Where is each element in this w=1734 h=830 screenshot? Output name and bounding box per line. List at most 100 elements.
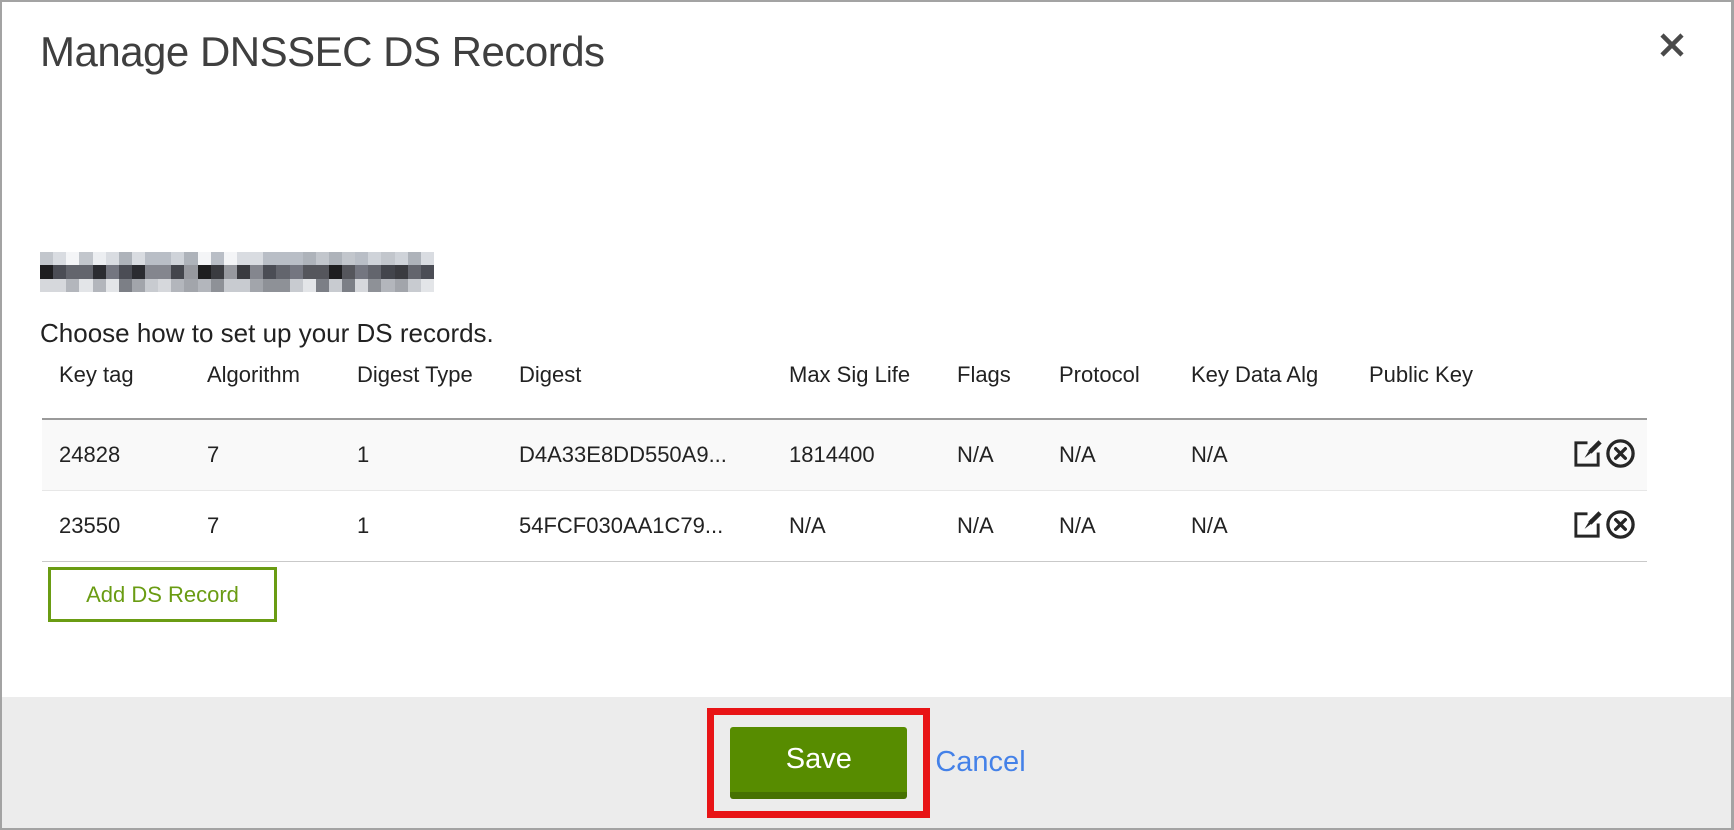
mosaic-pixel: [395, 265, 408, 278]
mosaic-pixel: [408, 265, 421, 278]
col-header-algorithm: Algorithm: [190, 362, 340, 419]
add-ds-record-button[interactable]: Add DS Record: [48, 567, 277, 622]
table-row: 24828 7 1 D4A33E8DD550A9... 1814400 N/A …: [42, 419, 1647, 491]
annotation-highlight-box: Save: [707, 708, 930, 818]
mosaic-pixel: [66, 265, 79, 278]
mosaic-pixel: [263, 279, 276, 292]
delete-record-button[interactable]: [1604, 509, 1637, 543]
mosaic-pixel: [329, 279, 342, 292]
mosaic-pixel: [132, 279, 145, 292]
cell-key-tag: 23550: [42, 491, 190, 562]
cell-key-data-alg: N/A: [1174, 419, 1352, 491]
cell-flags: N/A: [940, 491, 1042, 562]
mosaic-pixel: [355, 252, 368, 265]
mosaic-pixel: [198, 265, 211, 278]
mosaic-pixel: [250, 279, 263, 292]
edit-pencil-square-icon: [1572, 438, 1603, 469]
mosaic-pixel: [355, 265, 368, 278]
mosaic-pixel: [290, 265, 303, 278]
mosaic-pixel: [329, 265, 342, 278]
edit-record-button[interactable]: [1571, 509, 1604, 543]
mosaic-pixel: [368, 279, 381, 292]
mosaic-pixel: [224, 265, 237, 278]
mosaic-pixel: [40, 252, 53, 265]
mosaic-pixel: [145, 265, 158, 278]
mosaic-pixel: [171, 252, 184, 265]
cell-digest: 54FCF030AA1C79...: [502, 491, 772, 562]
cell-protocol: N/A: [1042, 491, 1174, 562]
save-button[interactable]: Save: [730, 727, 907, 799]
mosaic-pixel: [184, 279, 197, 292]
mosaic-pixel: [395, 252, 408, 265]
mosaic-pixel: [250, 252, 263, 265]
mosaic-pixel: [237, 252, 250, 265]
mosaic-pixel: [53, 252, 66, 265]
mosaic-pixel: [184, 252, 197, 265]
mosaic-pixel: [368, 252, 381, 265]
mosaic-pixel: [303, 279, 316, 292]
mosaic-pixel: [184, 265, 197, 278]
table-row: 23550 7 1 54FCF030AA1C79... N/A N/A N/A …: [42, 491, 1647, 562]
mosaic-pixel: [119, 279, 132, 292]
mosaic-pixel: [303, 252, 316, 265]
mosaic-pixel: [145, 279, 158, 292]
ds-records-table: Key tag Algorithm Digest Type Digest Max…: [42, 362, 1647, 562]
mosaic-pixel: [342, 279, 355, 292]
mosaic-pixel: [408, 279, 421, 292]
mosaic-pixel: [381, 279, 394, 292]
cancel-link[interactable]: Cancel: [935, 746, 1025, 779]
mosaic-pixel: [79, 265, 92, 278]
mosaic-pixel: [421, 279, 434, 292]
mosaic-pixel: [211, 265, 224, 278]
cell-key-tag: 24828: [42, 419, 190, 491]
mosaic-pixel: [355, 279, 368, 292]
edit-record-button[interactable]: [1571, 438, 1604, 472]
manage-dnssec-dialog: Manage DNSSEC DS Records Choose how to s…: [0, 0, 1734, 830]
intro-text: Choose how to set up your DS records.: [40, 318, 494, 349]
mosaic-pixel: [66, 252, 79, 265]
mosaic-pixel: [93, 265, 106, 278]
col-header-digest: Digest: [502, 362, 772, 419]
mosaic-pixel: [421, 265, 434, 278]
mosaic-pixel: [93, 252, 106, 265]
mosaic-pixel: [171, 265, 184, 278]
mosaic-pixel: [250, 265, 263, 278]
mosaic-pixel: [106, 265, 119, 278]
mosaic-pixel: [303, 265, 316, 278]
mosaic-pixel: [211, 279, 224, 292]
mosaic-pixel: [316, 279, 329, 292]
col-header-actions: [1562, 362, 1647, 419]
mosaic-pixel: [198, 279, 211, 292]
col-header-key-data-alg: Key Data Alg: [1174, 362, 1352, 419]
dialog-footer: Save Cancel: [2, 697, 1731, 828]
mosaic-pixel: [316, 252, 329, 265]
cell-algorithm: 7: [190, 491, 340, 562]
mosaic-pixel: [158, 279, 171, 292]
mosaic-pixel: [93, 279, 106, 292]
mosaic-pixel: [276, 265, 289, 278]
mosaic-pixel: [408, 252, 421, 265]
mosaic-pixel: [263, 252, 276, 265]
cell-max-sig-life: N/A: [772, 491, 940, 562]
close-button[interactable]: [1655, 28, 1689, 62]
cell-digest: D4A33E8DD550A9...: [502, 419, 772, 491]
mosaic-pixel: [342, 265, 355, 278]
mosaic-pixel: [224, 279, 237, 292]
mosaic-pixel: [40, 279, 53, 292]
cell-digest-type: 1: [340, 491, 502, 562]
delete-record-button[interactable]: [1604, 438, 1637, 472]
mosaic-pixel: [132, 265, 145, 278]
cell-digest-type: 1: [340, 419, 502, 491]
cell-actions: [1562, 419, 1647, 491]
table-header-row: Key tag Algorithm Digest Type Digest Max…: [42, 362, 1647, 419]
edit-pencil-square-icon: [1572, 509, 1603, 540]
mosaic-pixel: [119, 252, 132, 265]
mosaic-pixel: [145, 252, 158, 265]
mosaic-pixel: [79, 252, 92, 265]
mosaic-pixel: [132, 252, 145, 265]
col-header-protocol: Protocol: [1042, 362, 1174, 419]
mosaic-pixel: [53, 265, 66, 278]
cell-protocol: N/A: [1042, 419, 1174, 491]
domain-name-redacted: [40, 252, 434, 292]
mosaic-pixel: [66, 279, 79, 292]
